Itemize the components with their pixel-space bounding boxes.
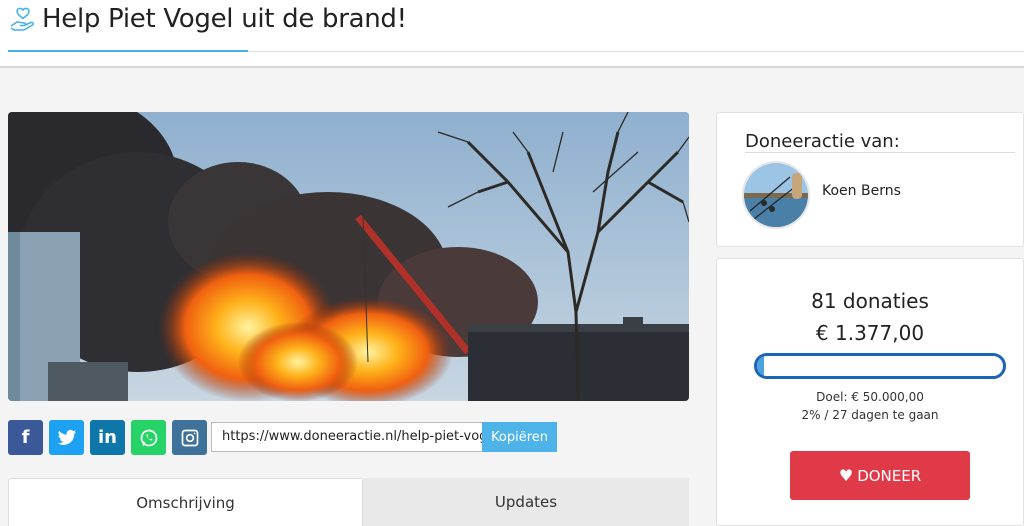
- heart-icon: ♥: [838, 466, 854, 485]
- hand-heart-icon: [10, 7, 34, 31]
- share-buttons: f in: [8, 420, 207, 455]
- share-url-input[interactable]: https://www.doneeractie.nl/help-piet-vog: [211, 422, 483, 452]
- header-divider: [248, 51, 1024, 52]
- organizer-name[interactable]: Koen Berns: [822, 183, 901, 199]
- remaining-info: 2% / 27 dagen te gaan: [801, 408, 939, 422]
- donation-stats-card: 81 donaties € 1.377,00 Doel: € 50.000,00…: [716, 258, 1024, 526]
- donation-progress-bar: [754, 353, 1006, 379]
- page-title: Help Piet Vogel uit de brand!: [42, 4, 407, 34]
- organizer-label: Doneeractie van:: [745, 131, 900, 152]
- whatsapp-share-button[interactable]: [131, 420, 166, 455]
- tab-omschrijving[interactable]: Omschrijving: [8, 478, 363, 526]
- title-underline: [8, 50, 248, 52]
- donation-count: 81 donaties: [811, 289, 929, 313]
- linkedin-share-button[interactable]: in: [90, 420, 125, 455]
- whatsapp-icon: [140, 429, 157, 446]
- linkedin-icon: in: [98, 427, 117, 448]
- twitter-icon: [57, 429, 76, 445]
- instagram-icon: [181, 429, 198, 446]
- avatar[interactable]: [742, 161, 810, 229]
- goal-amount: Doel: € 50.000,00: [816, 390, 924, 404]
- donate-label: DONEER: [857, 466, 922, 485]
- campaign-image: [8, 112, 689, 401]
- instagram-share-button[interactable]: [172, 420, 207, 455]
- copy-url-button[interactable]: Kopiëren: [482, 422, 557, 452]
- organizer-card: Doneeractie van: Koen Berns: [716, 112, 1024, 247]
- progress-fill: [757, 356, 764, 376]
- twitter-share-button[interactable]: [49, 420, 84, 455]
- organizer-divider: [745, 152, 1015, 153]
- facebook-icon: f: [21, 427, 30, 448]
- page-header: Help Piet Vogel uit de brand!: [0, 0, 1024, 68]
- facebook-share-button[interactable]: f: [8, 420, 43, 455]
- donate-button[interactable]: ♥ DONEER: [790, 451, 970, 500]
- title-wrap: Help Piet Vogel uit de brand!: [8, 4, 407, 34]
- donated-amount: € 1.377,00: [815, 321, 925, 345]
- tab-updates[interactable]: Updates: [363, 478, 689, 526]
